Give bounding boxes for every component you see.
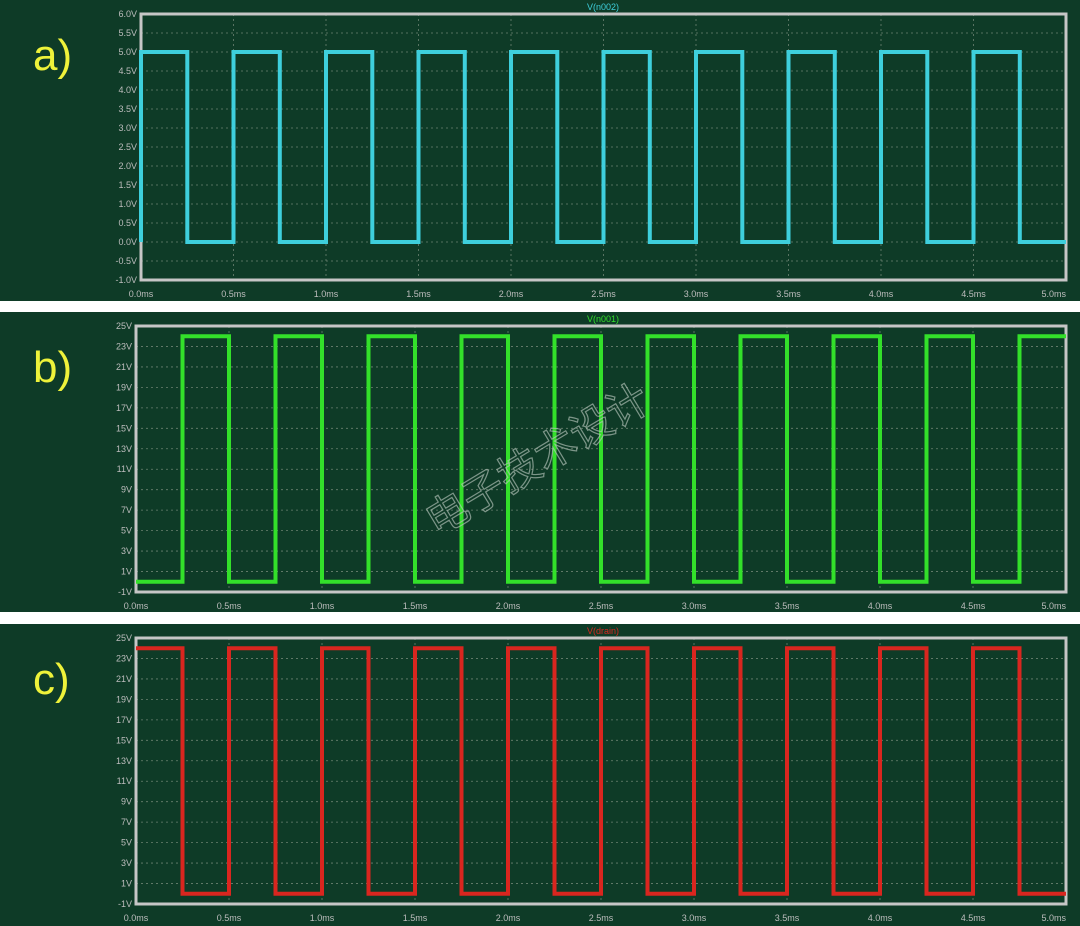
x-tick-label: 5.0ms bbox=[1041, 601, 1066, 611]
y-tick-label: 3.0V bbox=[118, 123, 137, 133]
y-tick-label: 13V bbox=[116, 756, 132, 766]
y-tick-label: 25V bbox=[116, 321, 132, 331]
y-tick-label: 21V bbox=[116, 674, 132, 684]
x-tick-label: 0.0ms bbox=[124, 601, 149, 611]
y-tick-label: 3V bbox=[121, 858, 132, 868]
y-tick-label: 4.0V bbox=[118, 85, 137, 95]
x-tick-label: 2.5ms bbox=[589, 913, 614, 923]
waveform-trace bbox=[136, 334, 1066, 584]
y-tick-label: 3.5V bbox=[118, 104, 137, 114]
y-tick-label: -0.5V bbox=[115, 256, 137, 266]
x-tick-label: 4.0ms bbox=[869, 289, 894, 299]
x-tick-label: 0.5ms bbox=[221, 289, 246, 299]
x-tick-label: 0.0ms bbox=[129, 289, 154, 299]
x-tick-label: 1.0ms bbox=[310, 913, 335, 923]
x-tick-label: 1.5ms bbox=[403, 913, 428, 923]
x-tick-label: 1.0ms bbox=[314, 289, 339, 299]
y-tick-label: 17V bbox=[116, 403, 132, 413]
x-tick-label: 3.5ms bbox=[776, 289, 801, 299]
x-tick-label: 5.0ms bbox=[1041, 289, 1066, 299]
panel-background bbox=[0, 624, 1080, 926]
y-tick-label: 7V bbox=[121, 817, 132, 827]
y-tick-label: 15V bbox=[116, 423, 132, 433]
x-tick-label: 4.5ms bbox=[961, 913, 986, 923]
x-tick-label: 0.5ms bbox=[217, 601, 242, 611]
y-tick-label: 5.5V bbox=[118, 28, 137, 38]
panel-letter: b) bbox=[33, 343, 72, 392]
y-tick-label: 6.0V bbox=[118, 9, 137, 19]
waveform-figure: -1.0V -0.5V 0.0V 0.5V 1.0V 1.5V 2.0V 2.5V 3.0V 3.… bbox=[0, 0, 1080, 926]
y-tick-label: 2.0V bbox=[118, 161, 137, 171]
x-tick-label: 1.0ms bbox=[310, 601, 335, 611]
panel-letter: a) bbox=[33, 31, 72, 80]
y-tick-label: 15V bbox=[116, 735, 132, 745]
y-tick-label: 19V bbox=[116, 694, 132, 704]
y-tick-label: 13V bbox=[116, 444, 132, 454]
x-tick-label: 1.5ms bbox=[406, 289, 431, 299]
y-tick-label: 23V bbox=[116, 341, 132, 351]
chart-panel-1: -1.0V -0.5V 0.0V 0.5V 1.0V 1.5V 2.0V 2.5V 3.0V 3.… bbox=[0, 0, 1080, 301]
panel-background bbox=[0, 0, 1080, 301]
y-tick-label: 11V bbox=[117, 464, 132, 474]
y-tick-label: 1.0V bbox=[118, 199, 137, 209]
x-tick-label: 0.0ms bbox=[124, 913, 149, 923]
x-tick-label: 1.5ms bbox=[403, 601, 428, 611]
y-tick-label: 5V bbox=[121, 526, 132, 536]
y-tick-label: 9V bbox=[121, 797, 132, 807]
x-tick-label: 4.5ms bbox=[961, 601, 986, 611]
x-tick-label: 3.5ms bbox=[775, 913, 800, 923]
y-tick-label: 23V bbox=[116, 653, 132, 663]
x-tick-label: 2.0ms bbox=[499, 289, 524, 299]
x-tick-label: 3.5ms bbox=[775, 601, 800, 611]
waveform-trace bbox=[139, 50, 1066, 244]
trace-title: V(n002) bbox=[587, 2, 619, 12]
x-tick-label: 2.0ms bbox=[496, 913, 521, 923]
y-tick-label: 5.0V bbox=[118, 47, 137, 57]
panel-letter: c) bbox=[33, 655, 70, 704]
x-tick-label: 2.5ms bbox=[589, 601, 614, 611]
y-tick-label: -1.0V bbox=[115, 275, 137, 285]
y-tick-label: 11V bbox=[117, 776, 132, 786]
x-tick-label: 4.0ms bbox=[868, 913, 893, 923]
y-tick-label: 0.5V bbox=[118, 218, 137, 228]
y-tick-label: 17V bbox=[116, 715, 132, 725]
y-tick-label: 9V bbox=[121, 485, 132, 495]
x-tick-label: 3.0ms bbox=[684, 289, 709, 299]
trace-title: V(n001) bbox=[587, 314, 619, 324]
y-tick-label: 2.5V bbox=[118, 142, 137, 152]
y-tick-label: -1V bbox=[118, 587, 132, 597]
x-tick-label: 0.5ms bbox=[217, 913, 242, 923]
y-tick-label: 1V bbox=[121, 567, 132, 577]
waveform-trace bbox=[136, 646, 1066, 896]
x-tick-label: 3.0ms bbox=[682, 601, 707, 611]
y-tick-label: -1V bbox=[118, 899, 132, 909]
y-tick-label: 4.5V bbox=[118, 66, 137, 76]
x-tick-label: 4.5ms bbox=[961, 289, 986, 299]
y-tick-label: 5V bbox=[121, 838, 132, 848]
x-tick-label: 5.0ms bbox=[1041, 913, 1066, 923]
x-tick-label: 4.0ms bbox=[868, 601, 893, 611]
y-tick-label: 25V bbox=[116, 633, 132, 643]
x-tick-label: 2.5ms bbox=[591, 289, 616, 299]
y-tick-label: 21V bbox=[116, 362, 132, 372]
trace-title: V(drain) bbox=[587, 626, 619, 636]
y-tick-label: 0.0V bbox=[118, 237, 137, 247]
y-tick-label: 1.5V bbox=[118, 180, 137, 190]
x-tick-label: 3.0ms bbox=[682, 913, 707, 923]
y-tick-label: 19V bbox=[116, 382, 132, 392]
x-tick-label: 2.0ms bbox=[496, 601, 521, 611]
chart-panel-3: -1V 1V 3V 5V 7V 9V 11V 13V 15V 17V 19V 21V 23V 25V 0.0… bbox=[0, 624, 1080, 926]
y-tick-label: 7V bbox=[121, 505, 132, 515]
y-tick-label: 3V bbox=[121, 546, 132, 556]
y-tick-label: 1V bbox=[121, 879, 132, 889]
